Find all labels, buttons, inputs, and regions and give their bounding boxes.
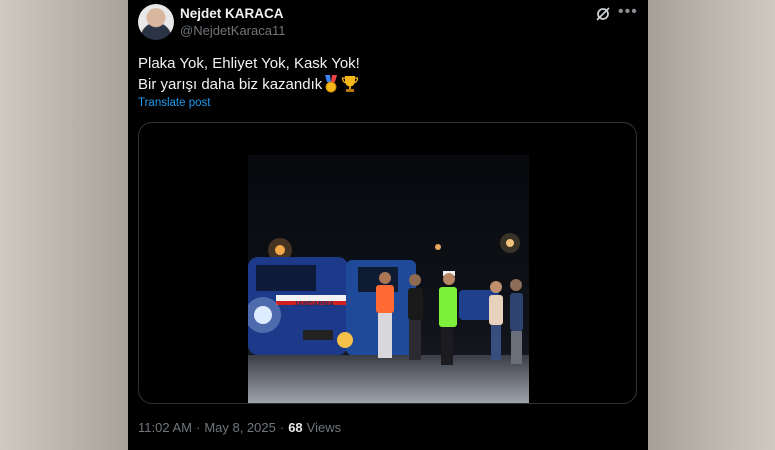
post-text-line-2: Bir yarışı daha biz kazandık	[138, 75, 323, 93]
video-scene-image: JANDARMA	[248, 155, 529, 403]
video-frame[interactable]: JANDARMA	[248, 155, 529, 403]
trophy-icon	[342, 76, 359, 92]
post-text-line-2-wrap: Bir yarışı daha biz kazandık	[138, 75, 359, 93]
medal-icon	[325, 75, 338, 93]
post-timestamp: 11:02 AM · May 8, 2025 · 68 Views	[138, 420, 341, 435]
video-media[interactable]: JANDARMA	[138, 122, 637, 404]
author-handle[interactable]: @NejdetKaraca11	[180, 23, 285, 38]
post-text-line-1: Plaka Yok, Ehliyet Yok, Kask Yok!	[138, 55, 360, 72]
timestamp-separator-1: ·	[195, 420, 201, 435]
vehicle-text: JANDARMA	[294, 301, 334, 308]
grok-icon[interactable]	[594, 5, 612, 23]
views-count: 68	[288, 420, 303, 435]
post-date[interactable]: May 8, 2025	[204, 420, 276, 435]
views-label: Views	[306, 420, 342, 435]
author-name[interactable]: Nejdet KARACA	[180, 6, 284, 21]
translate-post-link[interactable]: Translate post	[138, 97, 210, 109]
more-icon[interactable]: •••	[618, 3, 638, 21]
avatar[interactable]	[138, 4, 174, 40]
timestamp-separator-2: ·	[279, 420, 285, 435]
post-card: Nejdet KARACA @NejdetKaraca11 ••• Plaka …	[128, 0, 648, 450]
post-time[interactable]: 11:02 AM	[138, 420, 192, 435]
